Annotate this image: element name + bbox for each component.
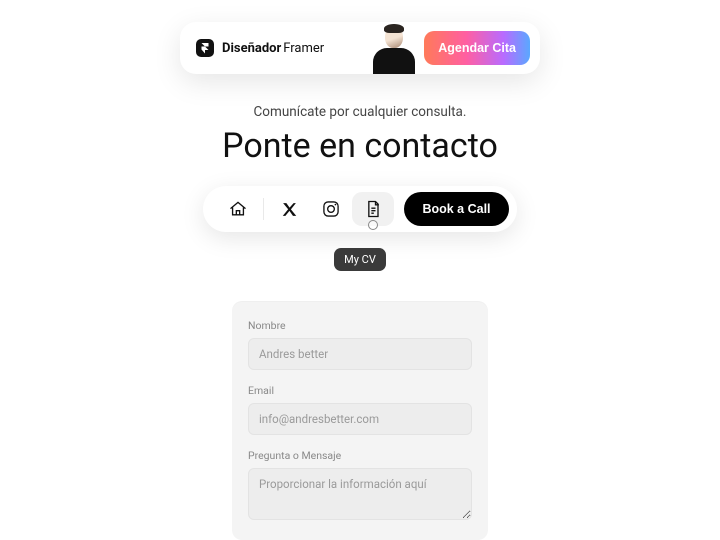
nav-home[interactable]	[217, 192, 259, 226]
brand-light: Framer	[283, 41, 324, 56]
page-title: Ponte en contacto	[222, 126, 498, 166]
brand-label: DiseñadorFramer	[222, 41, 324, 56]
nav-x[interactable]	[268, 192, 310, 226]
message-label: Pregunta o Mensaje	[248, 449, 472, 462]
nav-tooltip: My CV	[334, 248, 386, 271]
email-label: Email	[248, 384, 472, 397]
book-a-call-button[interactable]: Book a Call	[404, 192, 508, 226]
nav-instagram[interactable]	[310, 192, 352, 226]
document-icon	[363, 199, 383, 219]
nav-separator	[263, 198, 264, 220]
instagram-icon	[321, 199, 341, 219]
schedule-cta-button[interactable]: Agendar Cita	[424, 31, 530, 65]
brand-bold: Diseñador	[222, 41, 283, 56]
avatar	[372, 22, 416, 74]
top-promo-card: DiseñadorFramer Agendar Cita	[180, 22, 540, 74]
contact-form: Nombre Email Pregunta o Mensaje	[232, 301, 488, 540]
message-input[interactable]	[248, 468, 472, 520]
framer-logo-icon	[196, 39, 214, 57]
navbar: Book a Call	[203, 186, 516, 232]
x-icon	[281, 201, 298, 218]
email-input[interactable]	[248, 403, 472, 435]
home-icon	[228, 199, 248, 219]
name-label: Nombre	[248, 319, 472, 332]
nav-cv[interactable]	[352, 192, 394, 226]
name-input[interactable]	[248, 338, 472, 370]
page-subtitle: Comunícate por cualquier consulta.	[254, 104, 467, 120]
